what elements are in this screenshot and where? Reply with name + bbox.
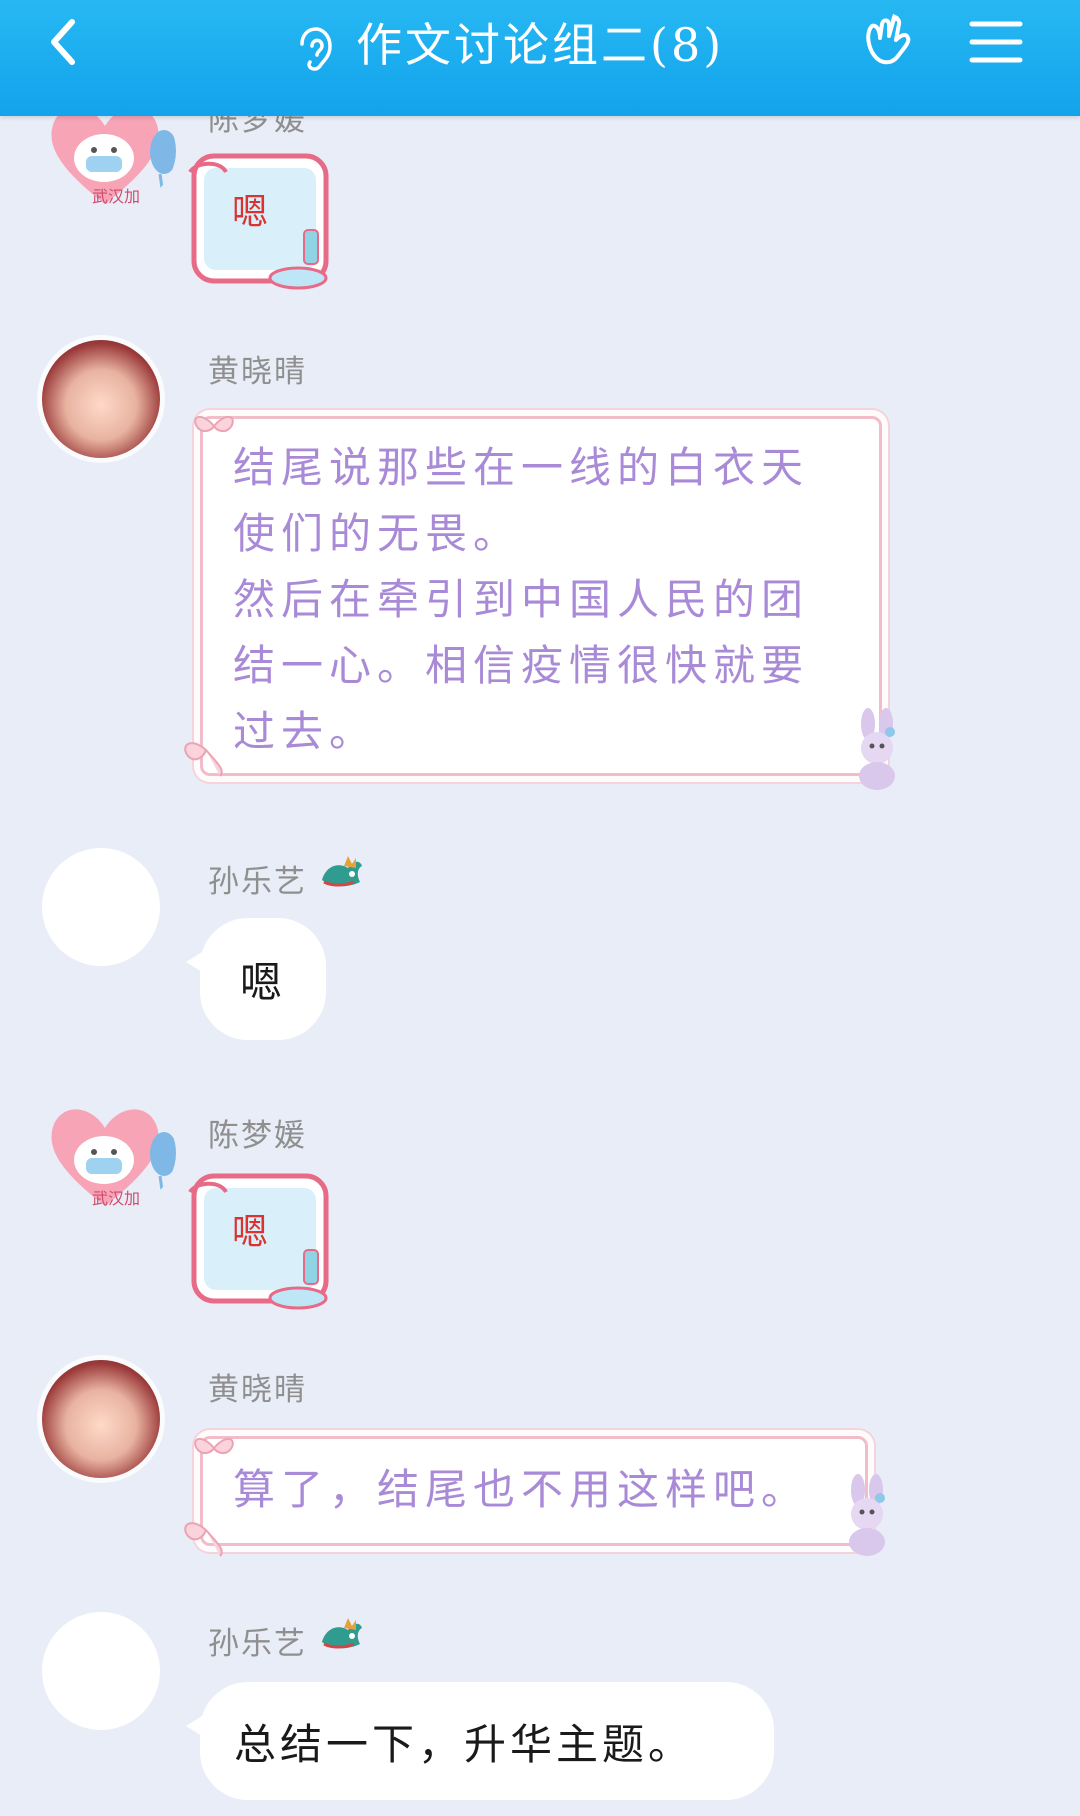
sender-name: 孙乐艺 [208, 864, 307, 900]
svg-text:嗯: 嗯 [232, 1212, 268, 1253]
svg-text:武汉加: 武汉加 [92, 1189, 140, 1208]
top-bar: 作文讨论组二(8) [0, 0, 1080, 116]
bunny-decoration-icon [849, 1474, 885, 1556]
message-line: 使们的无畏。 [233, 509, 522, 558]
dragon-badge-icon [322, 1618, 362, 1649]
avatar[interactable]: 武汉加 [34, 1094, 176, 1212]
avatar[interactable] [42, 340, 160, 458]
message-line: 然后在牵引到中国人民的团 [233, 575, 810, 624]
sender-name: 黄晓晴 [208, 354, 307, 390]
bow-decoration-icon [194, 415, 234, 433]
ear-icon[interactable] [296, 24, 340, 74]
hand-icon[interactable] [858, 12, 920, 74]
menu-icon[interactable] [968, 16, 1024, 68]
bunny-decoration-icon [859, 708, 895, 790]
message-text: 嗯 [239, 957, 286, 1007]
sticker-image[interactable]: 嗯 [186, 146, 336, 296]
message-line: 结尾说那些在一线的白衣天 [233, 443, 810, 492]
sender-name: 孙乐艺 [208, 1626, 307, 1662]
sender-name: 陈梦媛 [208, 1118, 307, 1154]
bow-decoration-icon [184, 742, 223, 777]
avatar[interactable] [42, 1360, 160, 1478]
svg-text:嗯: 嗯 [232, 192, 268, 233]
message-line: 算了，结尾也不用这样吧。 [233, 1465, 810, 1514]
message-line: 过去。 [233, 707, 378, 756]
message-bubble[interactable]: 算了，结尾也不用这样吧。 [200, 1436, 868, 1546]
back-icon[interactable] [38, 14, 94, 70]
avatar[interactable] [42, 848, 160, 966]
avatar[interactable] [42, 1612, 160, 1730]
message-bubble[interactable]: 总结一下，升华主题。 [186, 1682, 774, 1800]
message-bubble[interactable]: 结尾说那些在一线的白衣天 使们的无畏。 然后在牵引到中国人民的团 结一心。相信疫… [200, 416, 882, 776]
dragon-badge-icon [322, 856, 362, 887]
chat-title: 作文讨论组二(8) [356, 18, 725, 72]
message-text: 总结一下，升华主题。 [234, 1719, 695, 1769]
svg-text:武汉加: 武汉加 [92, 187, 140, 206]
bow-decoration-icon [194, 1437, 234, 1455]
message-bubble[interactable]: 嗯 [186, 918, 326, 1040]
sender-name: 黄晓晴 [208, 1372, 307, 1408]
bow-decoration-icon [184, 1522, 223, 1557]
sticker-image[interactable]: 嗯 [186, 1166, 336, 1316]
message-line: 结一心。相信疫情很快就要 [233, 641, 810, 690]
